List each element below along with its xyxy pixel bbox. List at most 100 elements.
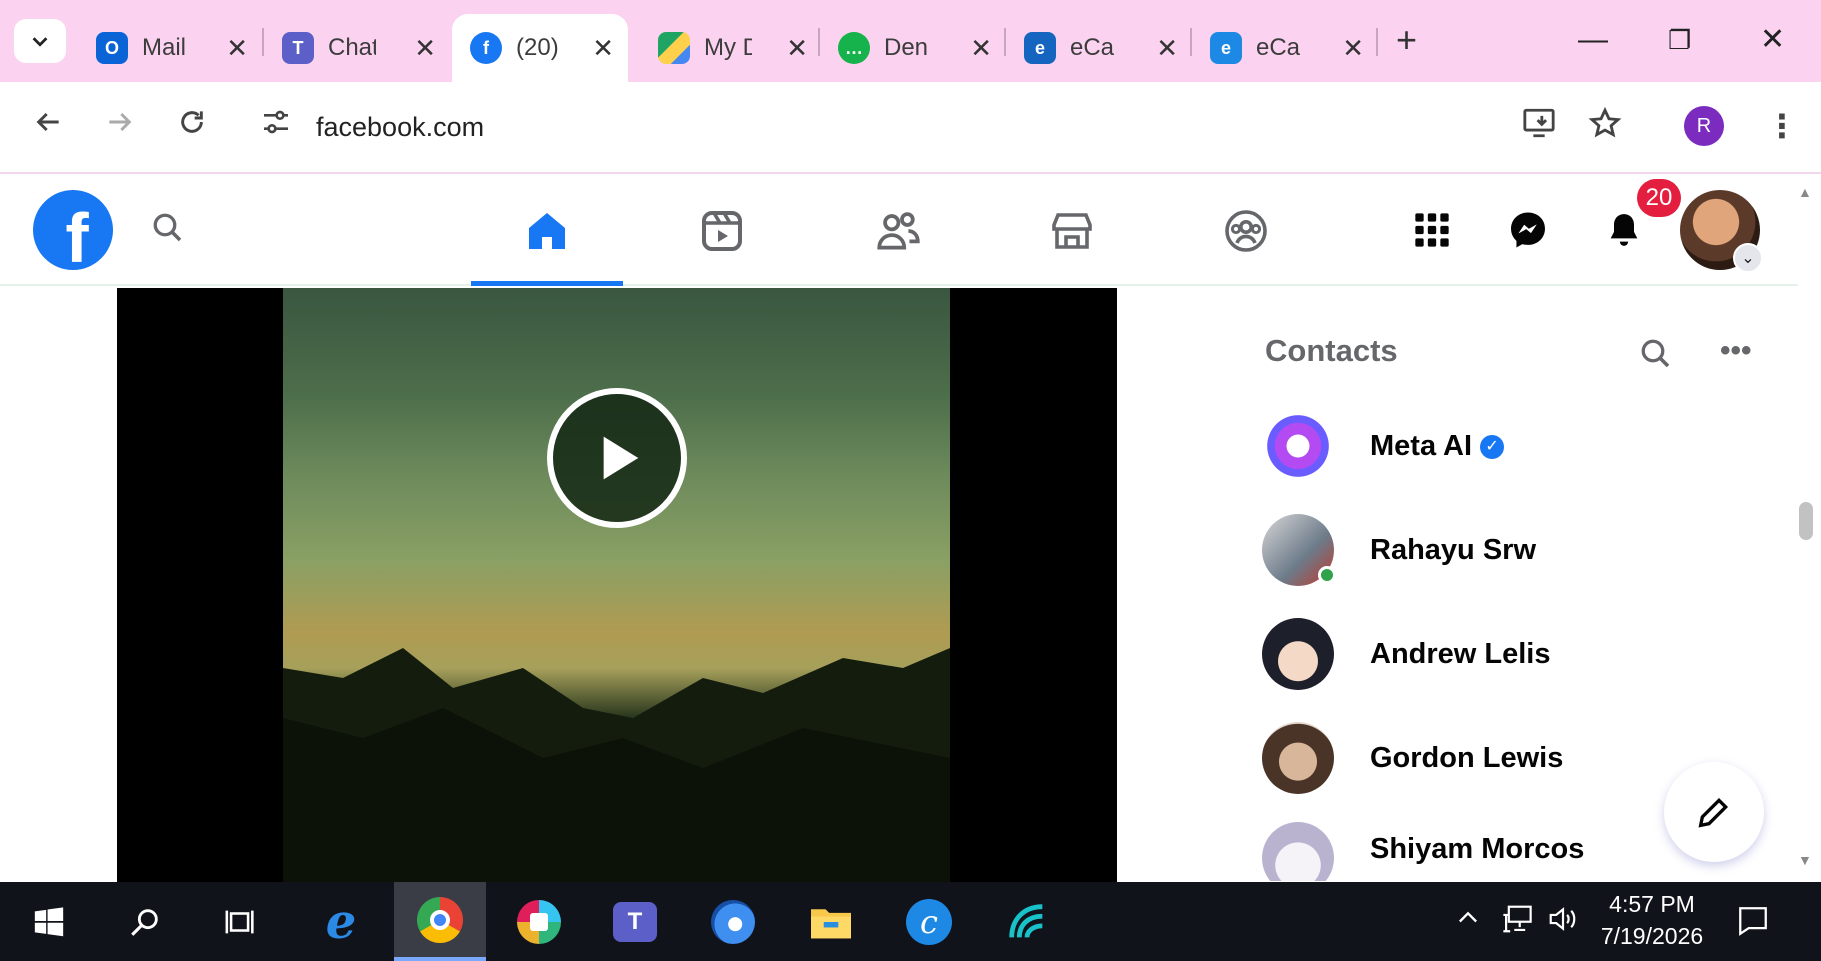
contact-name: Meta AI bbox=[1370, 429, 1473, 462]
action-center-button[interactable] bbox=[1736, 904, 1770, 947]
tab-search-button[interactable] bbox=[14, 19, 66, 63]
verified-badge-icon: ✓ bbox=[1480, 434, 1505, 459]
notification-center-icon bbox=[1739, 907, 1767, 936]
friends-icon bbox=[877, 212, 920, 250]
close-tab-icon[interactable]: ✕ bbox=[414, 34, 436, 62]
profile-avatar[interactable]: R bbox=[1684, 106, 1724, 146]
wave-app-icon bbox=[1009, 903, 1043, 938]
taskbar-ecare[interactable]: c bbox=[884, 882, 974, 961]
teams-icon: T bbox=[613, 901, 657, 942]
speaker-icon bbox=[1549, 907, 1576, 931]
star-icon bbox=[1588, 106, 1622, 138]
task-view-button[interactable] bbox=[196, 882, 286, 961]
chrome-menu-button[interactable]: ⋮ bbox=[1766, 106, 1798, 146]
tab-facebook[interactable]: f (20) ✕ bbox=[452, 14, 628, 82]
scroll-up-icon[interactable]: ▲ bbox=[1798, 184, 1812, 200]
forward-button[interactable] bbox=[104, 106, 136, 147]
minimize-button[interactable]: — bbox=[1578, 20, 1608, 60]
bookmark-button[interactable] bbox=[1588, 106, 1622, 149]
internet-explorer-icon: e bbox=[325, 893, 357, 950]
install-icon bbox=[1523, 108, 1555, 138]
facebook-logo[interactable]: f bbox=[33, 190, 113, 270]
facebook-search-button[interactable] bbox=[150, 210, 186, 251]
close-tab-icon[interactable]: ✕ bbox=[970, 34, 992, 62]
taskbar-thunderbird[interactable] bbox=[688, 882, 778, 961]
contact-name: Shiyam Morcos bbox=[1370, 832, 1585, 865]
tab-mail[interactable]: O Mail ✕ bbox=[78, 14, 262, 82]
network-status[interactable] bbox=[1500, 904, 1534, 943]
reload-icon bbox=[181, 111, 203, 133]
close-tab-icon[interactable]: ✕ bbox=[786, 34, 808, 62]
chevron-down-icon[interactable]: ⌄ bbox=[1733, 243, 1763, 273]
search-contacts-button[interactable] bbox=[1638, 336, 1674, 377]
thunderbird-icon bbox=[711, 899, 755, 944]
show-hidden-icons-button[interactable] bbox=[1454, 904, 1482, 941]
taskbar-search-button[interactable] bbox=[100, 882, 190, 961]
taskbar-slack[interactable] bbox=[494, 882, 584, 961]
close-window-button[interactable]: ✕ bbox=[1760, 20, 1785, 60]
nav-groups[interactable] bbox=[1170, 176, 1322, 286]
avatar bbox=[1262, 722, 1334, 794]
close-tab-icon[interactable]: ✕ bbox=[1342, 34, 1364, 62]
messenger-icon bbox=[1511, 212, 1545, 248]
nav-friends[interactable] bbox=[822, 176, 974, 286]
meta-ai-icon bbox=[1262, 410, 1334, 482]
back-button[interactable] bbox=[32, 106, 64, 147]
nav-home[interactable] bbox=[471, 176, 623, 286]
messenger-button[interactable] bbox=[1500, 202, 1556, 258]
drive-icon bbox=[658, 32, 690, 64]
scrollbar-thumb[interactable] bbox=[1799, 502, 1813, 540]
site-settings-button[interactable] bbox=[260, 106, 292, 147]
tab-chat[interactable]: T Chat ✕ bbox=[264, 14, 450, 82]
address-bar[interactable]: facebook.com bbox=[316, 112, 484, 143]
tab-drive[interactable]: My D ✕ bbox=[640, 14, 822, 82]
new-tab-button[interactable]: + bbox=[1396, 20, 1417, 60]
contact-meta-ai[interactable]: Meta AI ✓ bbox=[1262, 401, 1762, 491]
chrome-icon bbox=[417, 896, 463, 943]
scroll-down-icon[interactable]: ▼ bbox=[1798, 852, 1812, 868]
install-app-button[interactable] bbox=[1522, 106, 1556, 149]
restore-button[interactable]: ❐ bbox=[1668, 20, 1691, 60]
tab-ecare-2[interactable]: e eCa ✕ bbox=[1192, 14, 1378, 82]
network-icon bbox=[1503, 905, 1532, 933]
search-icon bbox=[153, 213, 182, 242]
taskbar-clock[interactable]: 4:57 PM 7/19/2026 bbox=[1592, 888, 1712, 952]
start-button[interactable] bbox=[4, 882, 94, 961]
contact-name: Rahayu Srw bbox=[1370, 533, 1536, 566]
slack-icon bbox=[517, 899, 561, 944]
menu-button[interactable] bbox=[1404, 202, 1460, 258]
close-tab-icon[interactable]: ✕ bbox=[1156, 34, 1178, 62]
play-button[interactable] bbox=[547, 388, 687, 528]
contact-name: Gordon Lewis bbox=[1370, 741, 1564, 774]
taskbar-teams[interactable]: T bbox=[590, 882, 680, 961]
avatar bbox=[1262, 514, 1336, 586]
close-tab-icon[interactable]: ✕ bbox=[226, 34, 248, 62]
online-status-indicator bbox=[1318, 566, 1336, 584]
feed-video-player[interactable] bbox=[117, 288, 1117, 882]
nav-marketplace[interactable] bbox=[996, 176, 1148, 286]
home-icon bbox=[529, 213, 565, 249]
contacts-options-button[interactable]: ••• bbox=[1720, 336, 1752, 366]
marketplace-icon bbox=[1052, 213, 1092, 249]
windows-icon bbox=[34, 906, 64, 936]
close-tab-icon[interactable]: ✕ bbox=[592, 34, 614, 62]
taskbar-app-wave[interactable] bbox=[982, 882, 1072, 961]
tab-den[interactable]: … Den ✕ bbox=[820, 14, 1006, 82]
chevron-down-icon bbox=[32, 37, 48, 47]
taskbar-chrome[interactable] bbox=[394, 882, 486, 961]
tab-ecare-1[interactable]: e eCa ✕ bbox=[1006, 14, 1192, 82]
tune-icon bbox=[264, 110, 288, 134]
tab-title: eCa bbox=[1256, 34, 1301, 61]
contact-rahayu-srw[interactable]: Rahayu Srw bbox=[1262, 505, 1762, 595]
taskbar-edge-legacy[interactable]: e bbox=[296, 882, 386, 961]
avatar bbox=[1262, 618, 1334, 690]
compose-icon bbox=[1698, 797, 1729, 828]
taskbar-file-explorer[interactable] bbox=[786, 882, 876, 961]
volume-control[interactable] bbox=[1546, 904, 1580, 943]
contact-andrew-lelis[interactable]: Andrew Lelis bbox=[1262, 609, 1762, 699]
tab-title: Den bbox=[884, 34, 929, 61]
task-view-icon bbox=[225, 910, 254, 933]
reload-button[interactable] bbox=[176, 106, 208, 147]
new-message-button[interactable] bbox=[1664, 762, 1764, 862]
nav-video[interactable] bbox=[646, 176, 798, 286]
